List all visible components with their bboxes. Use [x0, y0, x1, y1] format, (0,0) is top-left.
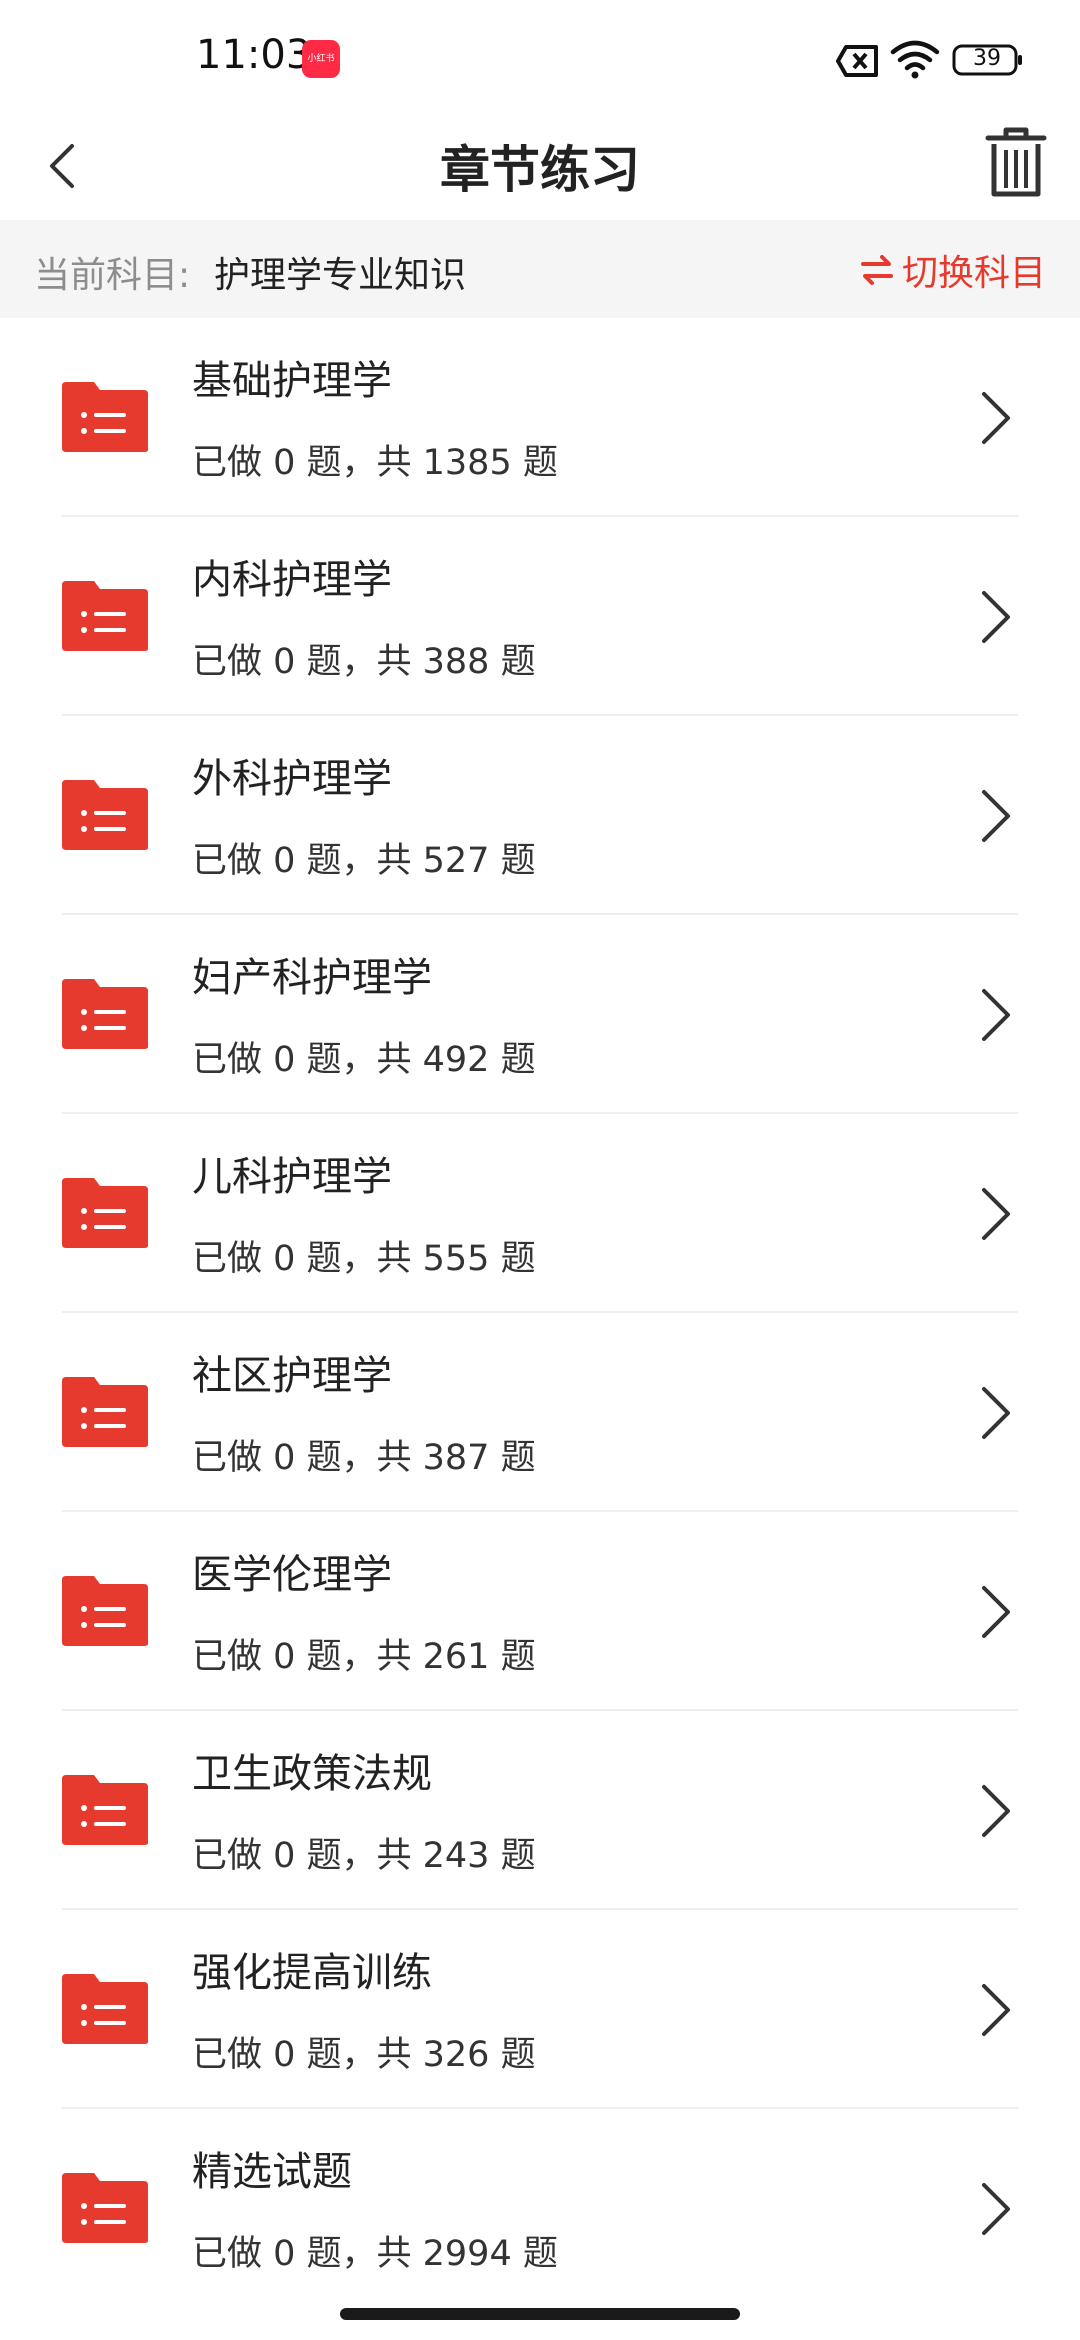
chapter-title: 卫生政策法规: [192, 1751, 432, 1797]
chapter-item[interactable]: 强化提高训练 已做 0 题，共 326 题: [0, 1910, 1080, 2109]
folder-list-icon: [62, 1377, 148, 1447]
chapter-progress: 已做 0 题，共 243 题: [192, 1836, 536, 1876]
chapter-practice-screen: 11:03 小红书 39 章节练习 当前科目: 护理学专业知识 切换科目 基础护…: [0, 0, 1080, 2340]
chevron-right-icon: [982, 1785, 1010, 1837]
nav-bar: 章节练习: [0, 110, 1080, 220]
chapter-title: 强化提高训练: [192, 1950, 432, 1996]
chapter-item[interactable]: 妇产科护理学 已做 0 题，共 492 题: [0, 915, 1080, 1114]
page-title: 章节练习: [440, 141, 640, 199]
chevron-right-icon: [982, 591, 1010, 643]
folder-list-icon: [62, 581, 148, 651]
chevron-right-icon: [982, 1984, 1010, 2036]
xiaohongshu-app-icon: 小红书: [302, 40, 340, 78]
chevron-left-icon: [50, 144, 74, 188]
back-button[interactable]: [36, 124, 116, 204]
folder-list-icon: [62, 780, 148, 850]
status-time: 11:03: [196, 32, 312, 78]
chapter-item[interactable]: 儿科护理学 已做 0 题，共 555 题: [0, 1114, 1080, 1313]
chevron-right-icon: [982, 1387, 1010, 1439]
chapter-progress: 已做 0 题，共 492 题: [192, 1040, 536, 1080]
folder-list-icon: [62, 1576, 148, 1646]
chapter-progress: 已做 0 题，共 555 题: [192, 1239, 536, 1279]
switch-subject-button[interactable]: 切换科目: [860, 244, 1046, 296]
folder-list-icon: [62, 2173, 148, 2243]
folder-list-icon: [62, 1775, 148, 1845]
delete-button[interactable]: [976, 118, 1056, 208]
chapter-title: 内科护理学: [192, 557, 392, 603]
chapter-item[interactable]: 外科护理学 已做 0 题，共 527 题: [0, 716, 1080, 915]
chapter-title: 妇产科护理学: [192, 955, 432, 1001]
chevron-right-icon: [982, 989, 1010, 1041]
home-indicator[interactable]: [340, 2308, 740, 2320]
chapter-item[interactable]: 精选试题 已做 0 题，共 2994 题: [0, 2109, 1080, 2308]
chapter-list: 基础护理学 已做 0 题，共 1385 题 内科护理学 已做 0 题，共 388…: [0, 318, 1080, 2308]
folder-list-icon: [62, 382, 148, 452]
status-bar: 11:03 小红书 39: [0, 0, 1080, 110]
chapter-item[interactable]: 卫生政策法规 已做 0 题，共 243 题: [0, 1711, 1080, 1910]
chapter-progress: 已做 0 题，共 2994 题: [192, 2234, 558, 2274]
folder-list-icon: [62, 979, 148, 1049]
chapter-title: 精选试题: [192, 2149, 352, 2195]
folder-list-icon: [62, 1178, 148, 1248]
subject-value: 护理学专业知识: [214, 255, 467, 296]
chapter-item[interactable]: 内科护理学 已做 0 题，共 388 题: [0, 517, 1080, 716]
chevron-right-icon: [982, 790, 1010, 842]
chapter-item[interactable]: 社区护理学 已做 0 题，共 387 题: [0, 1313, 1080, 1512]
chapter-progress: 已做 0 题，共 387 题: [192, 1438, 536, 1478]
trash-icon: [985, 127, 1047, 197]
chapter-title: 社区护理学: [192, 1353, 392, 1399]
subject-bar: 当前科目: 护理学专业知识 切换科目: [0, 220, 1080, 318]
folder-list-icon: [62, 1974, 148, 2044]
chevron-right-icon: [982, 2183, 1010, 2235]
chevron-right-icon: [982, 392, 1010, 444]
chapter-title: 基础护理学: [192, 358, 392, 404]
chapter-progress: 已做 0 题，共 261 题: [192, 1637, 536, 1677]
chapter-progress: 已做 0 题，共 1385 题: [192, 443, 558, 483]
chevron-right-icon: [982, 1188, 1010, 1240]
chapter-progress: 已做 0 题，共 388 题: [192, 642, 536, 682]
chapter-title: 医学伦理学: [192, 1552, 392, 1598]
chapter-title: 外科护理学: [192, 756, 392, 802]
chevron-right-icon: [982, 1586, 1010, 1638]
chapter-progress: 已做 0 题，共 527 题: [192, 841, 536, 881]
subject-label: 当前科目:: [34, 255, 191, 296]
chapter-title: 儿科护理学: [192, 1154, 392, 1200]
chapter-item[interactable]: 基础护理学 已做 0 题，共 1385 题: [0, 318, 1080, 517]
swap-arrows-icon: [860, 255, 893, 285]
chapter-item[interactable]: 医学伦理学 已做 0 题，共 261 题: [0, 1512, 1080, 1711]
sim-card-icon: [836, 45, 878, 77]
wifi-icon: [890, 40, 940, 79]
battery-level: 39: [973, 46, 1001, 71]
chapter-progress: 已做 0 题，共 326 题: [192, 2035, 536, 2075]
switch-subject-label: 切换科目: [901, 253, 1046, 294]
